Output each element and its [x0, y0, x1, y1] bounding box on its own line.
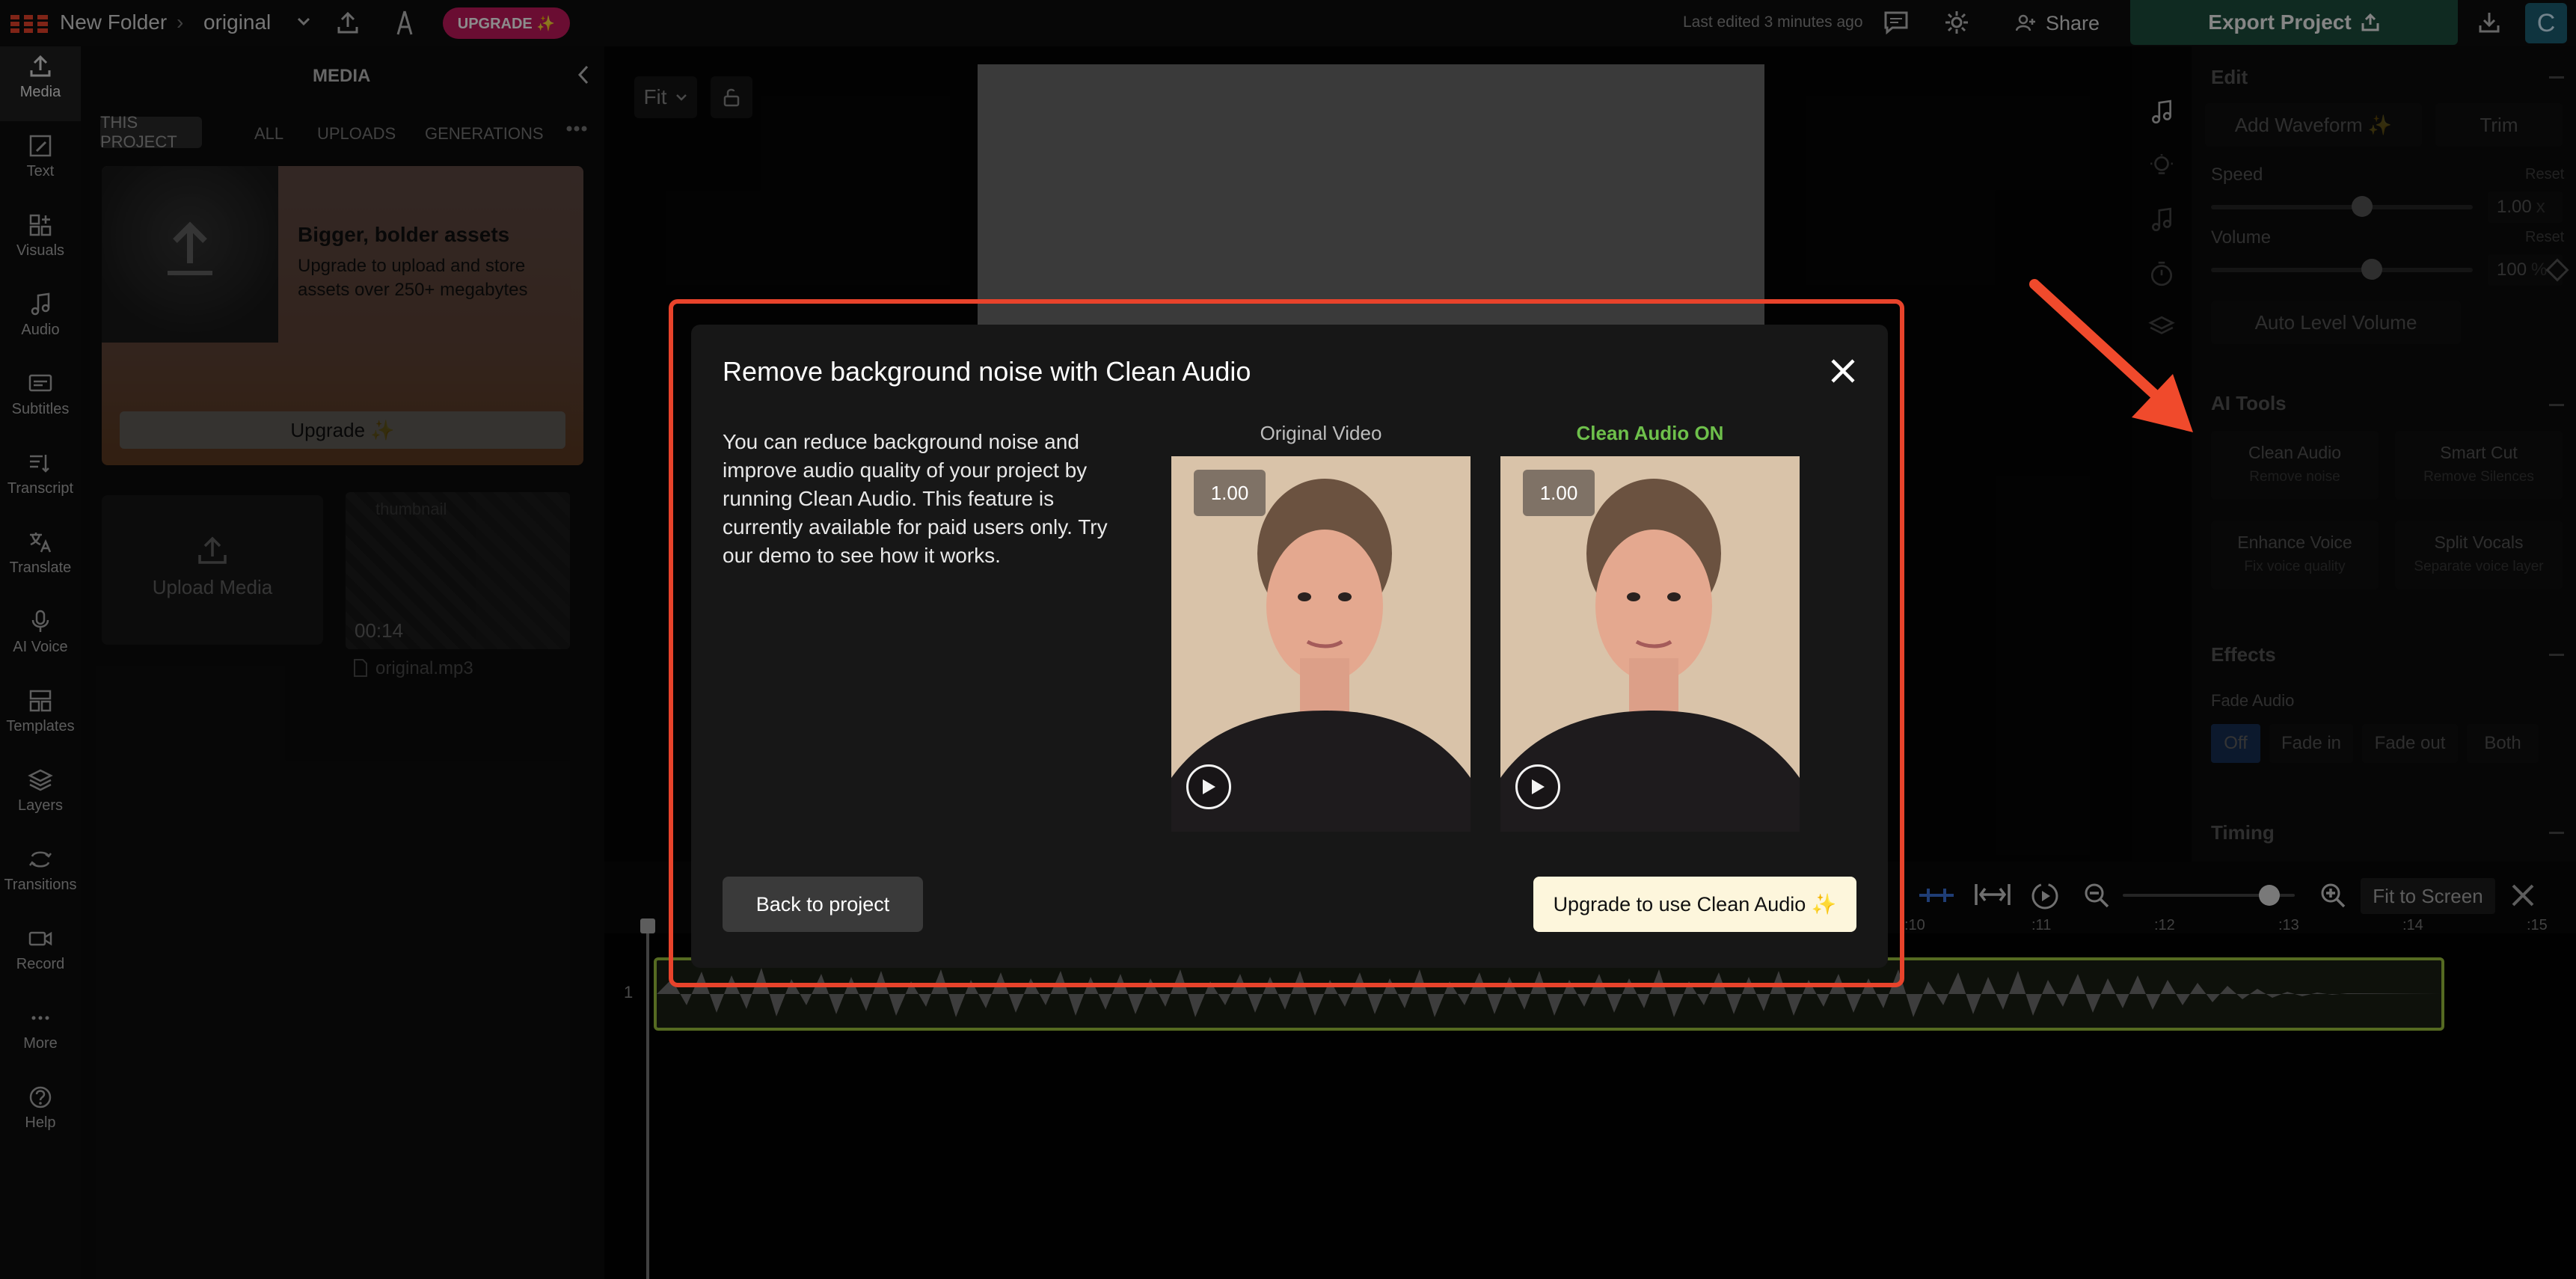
play-icon — [1532, 779, 1545, 794]
modal-title: Remove background noise with Clean Audio — [723, 356, 1251, 387]
speed-badge: 1.00 — [1194, 470, 1266, 516]
close-icon[interactable] — [1828, 356, 1858, 386]
play-icon — [1203, 779, 1215, 794]
original-video-player[interactable]: 1.00 — [1171, 456, 1471, 832]
play-button[interactable] — [1186, 764, 1231, 809]
clean-audio-label: Clean Audio ON — [1576, 422, 1724, 444]
annotation-arrow-icon — [2029, 279, 2193, 432]
upgrade-clean-audio-button[interactable]: Upgrade to use Clean Audio ✨ — [1533, 877, 1856, 932]
back-to-project-button[interactable]: Back to project — [723, 877, 923, 932]
speed-badge-value: 1.00 — [1539, 481, 1578, 504]
speed-badge-value: 1.00 — [1210, 481, 1249, 504]
original-video-label: Original Video — [1260, 422, 1382, 444]
speed-badge: 1.00 — [1523, 470, 1595, 516]
modal-description: You can reduce background noise and impr… — [723, 430, 1108, 567]
upgrade-button-label: Upgrade to use Clean Audio ✨ — [1553, 893, 1837, 915]
play-button[interactable] — [1515, 764, 1560, 809]
clean-audio-video-player[interactable]: 1.00 — [1500, 456, 1800, 832]
clean-audio-modal: Remove background noise with Clean Audio… — [691, 325, 1888, 968]
back-button-label: Back to project — [755, 892, 890, 915]
